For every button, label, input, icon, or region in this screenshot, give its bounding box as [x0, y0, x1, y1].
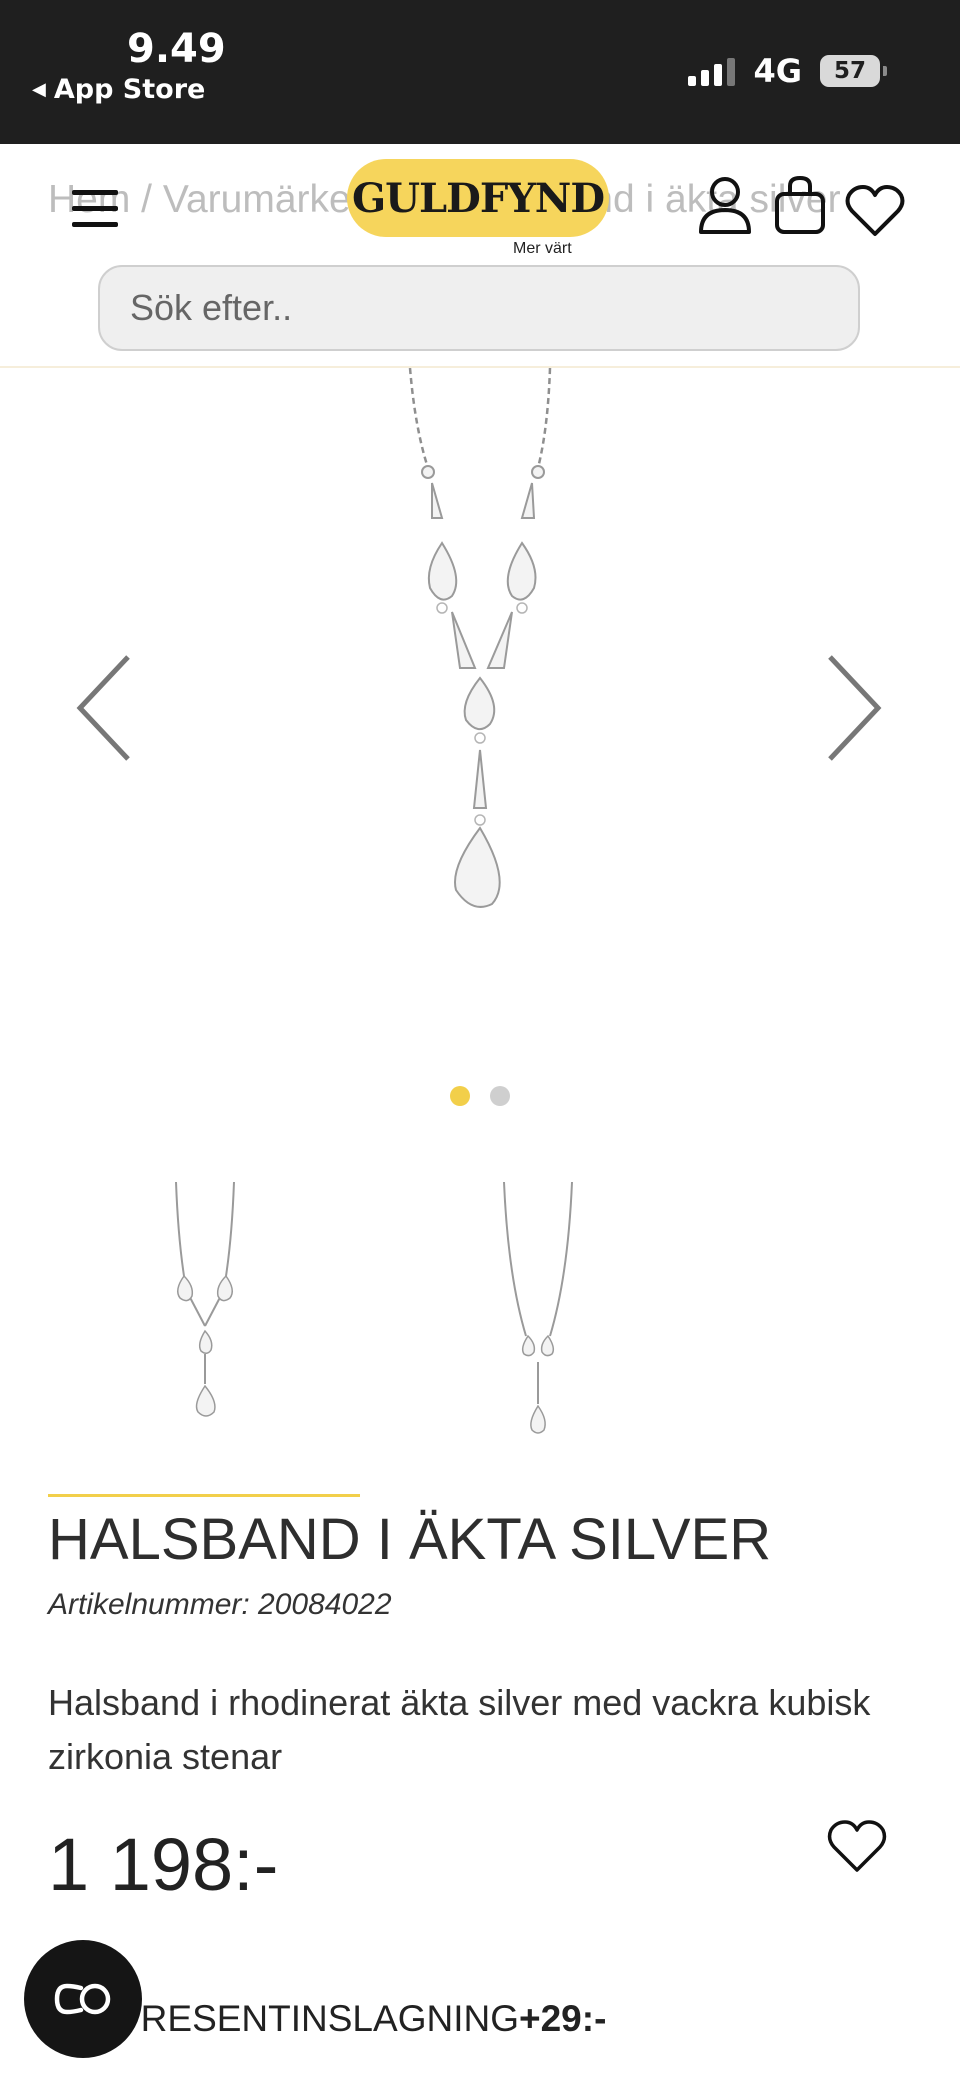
thumbnail-2[interactable]	[386, 1176, 686, 1456]
carousel-dot-2[interactable]	[490, 1086, 510, 1106]
necklace-image	[408, 368, 552, 908]
product-price: 1 198:-	[48, 1823, 279, 1906]
back-to-app-store[interactable]: ◀ App Store	[32, 74, 205, 105]
add-to-wishlist-heart-icon[interactable]	[826, 1818, 888, 1879]
network-type: 4G	[753, 52, 802, 90]
search-placeholder: Sök efter..	[130, 287, 293, 328]
product-title: HALSBAND I ÄKTA SILVER	[48, 1507, 772, 1572]
gift-wrap-price: +29:-	[518, 1998, 607, 2039]
bag-icon[interactable]	[773, 174, 827, 241]
status-bar: 9.49 ◀ App Store 4G 57	[0, 0, 960, 144]
heart-icon[interactable]	[845, 184, 905, 243]
back-triangle-icon: ◀	[32, 79, 46, 100]
chat-button[interactable]	[24, 1940, 142, 2058]
thumbnail-strip	[0, 1176, 960, 1456]
carousel-dots	[450, 1086, 510, 1106]
back-label: App Store	[53, 74, 206, 105]
title-accent-line	[48, 1494, 360, 1497]
gift-wrap-option[interactable]: PRESENTINSLAGNING+29:-	[116, 1998, 606, 2040]
thumbnail-1[interactable]	[60, 1176, 360, 1456]
product-image-carousel[interactable]	[0, 368, 960, 1128]
chevron-right-icon[interactable]	[824, 653, 884, 768]
status-indicators: 4G 57	[688, 52, 887, 90]
logo-tagline: Mer värt	[513, 240, 572, 257]
logo-text: GULDFYND	[351, 174, 605, 222]
product-description: Halsband i rhodinerat äkta silver med va…	[48, 1682, 871, 1777]
search-input[interactable]: Sök efter..	[98, 265, 860, 351]
user-icon[interactable]	[697, 174, 753, 241]
signal-icon	[688, 56, 736, 86]
article-number: Artikelnummer: 20084022	[48, 1588, 392, 1621]
guldfynd-logo[interactable]: GULDFYND	[347, 159, 609, 237]
chat-logo-icon	[54, 1983, 111, 2015]
status-time: 9.49	[127, 26, 226, 72]
chevron-left-icon[interactable]	[74, 653, 134, 768]
carousel-dot-1[interactable]	[450, 1086, 470, 1106]
menu-icon[interactable]	[72, 190, 118, 230]
battery-icon: 57	[820, 55, 887, 87]
gift-wrap-label: PRESENTINSLAGNING	[116, 1998, 519, 2039]
site-header: Hem / Varumärken / ... / Halsband i äkta…	[0, 144, 960, 368]
battery-level: 57	[833, 58, 866, 84]
